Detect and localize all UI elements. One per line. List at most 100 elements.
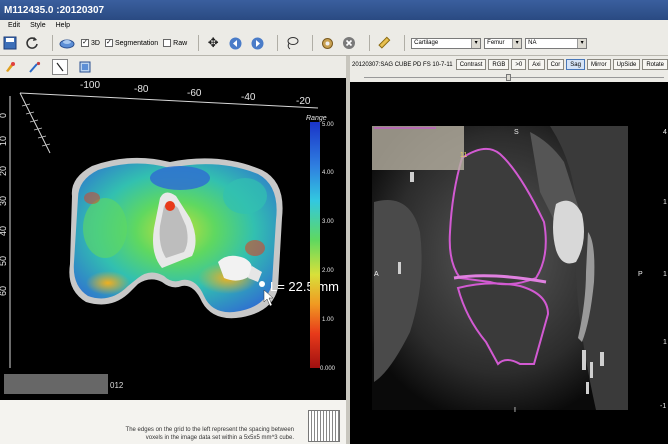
render-3d-icon[interactable] [59, 35, 75, 51]
axis-y-tick: 50 [0, 256, 8, 266]
window-title: M112435.0 :20120307 [4, 5, 105, 16]
ruler-tick: 4 [663, 129, 667, 136]
axis-x-ticks: -100 -80 -60 -40 -20 [80, 80, 311, 107]
lasso-icon[interactable] [284, 35, 300, 51]
chevron-down-icon[interactable]: ▾ [577, 38, 587, 48]
checkbox-raw-box[interactable] [163, 39, 172, 47]
redacted-block [4, 374, 108, 394]
region-select-value: NA [528, 40, 537, 46]
refresh-icon[interactable] [24, 35, 40, 51]
tissue-select-value: Cartilage [414, 40, 439, 46]
cartilage-surface[interactable] [69, 157, 283, 319]
series-title: 20120307:SAG CUBE PD FS 10-7-11 [352, 61, 453, 68]
rgb-button[interactable]: RGB [488, 59, 510, 70]
colorbar-gradient [310, 122, 320, 368]
checkbox-3d-label: 3D [91, 39, 100, 47]
main-toolbar: ✓ 3D ✓ Segmentation Raw ✥ Cartilage ▾ Fe… [0, 31, 668, 56]
ruler-tick: 1 [663, 339, 667, 346]
axial-button[interactable]: Axi [528, 59, 545, 70]
checkbox-segmentation[interactable]: ✓ Segmentation [104, 39, 159, 47]
sagittal-button[interactable]: Sag [566, 59, 585, 70]
menu-item-help[interactable]: Help [56, 22, 70, 29]
checkbox-raw-label: Raw [173, 39, 188, 47]
axis-x-tick: -100 [80, 80, 100, 91]
save-icon[interactable] [2, 35, 18, 51]
bone-select[interactable]: Femur ▾ [484, 37, 523, 49]
ruler-tick: 1 [663, 199, 667, 206]
checkbox-segmentation-box[interactable]: ✓ [104, 39, 113, 47]
close-circle-icon[interactable] [341, 35, 357, 51]
ruler-tick: -1 [660, 403, 666, 410]
caption-text: The edges on the grid to the left repres… [54, 426, 294, 442]
measurement-point[interactable] [259, 281, 265, 287]
pointer-icon[interactable] [52, 59, 68, 75]
window-icon[interactable] [77, 59, 93, 75]
colorbar: Range 5.00 4.00 3.00 2.00 1.00 0.000 [306, 115, 336, 372]
contrast-button[interactable]: Contrast [455, 59, 487, 70]
axis-y-ticks: 0 10 20 30 40 50 60 [0, 113, 8, 296]
axis-x-tick: -40 [241, 92, 256, 103]
checkbox-3d[interactable]: ✓ 3D [81, 39, 100, 47]
tissue-select[interactable]: Cartilage ▾ [411, 37, 482, 49]
mirror-button[interactable]: Mirror [586, 59, 611, 70]
render-3d-canvas[interactable]: -100 -80 -60 -40 -20 0 10 20 30 40 50 60 [0, 78, 346, 400]
render-3d-view[interactable]: -100 -80 -60 -40 -20 0 10 20 30 40 50 60 [0, 78, 346, 400]
axis-x-tick: -20 [296, 96, 311, 107]
slice-slider[interactable] [350, 73, 668, 82]
brush-icon[interactable] [27, 59, 43, 75]
window-title-bar: M112435.0 :20120307 [0, 0, 668, 20]
menu-item-style[interactable]: Style [30, 22, 46, 29]
region-select[interactable]: NA ▾ [525, 37, 588, 49]
axis-y-tick: 40 [0, 226, 8, 236]
bone-select-value: Femur [487, 40, 505, 46]
toolbar-separator [52, 35, 53, 51]
upside-button[interactable]: UpSide [612, 59, 641, 70]
series-label: 11 [460, 152, 467, 159]
grid-thumbnail [308, 410, 340, 442]
redacted-block [372, 126, 464, 170]
menu-bar: Edit Style Help [0, 20, 668, 31]
pick-color-icon[interactable] [2, 59, 18, 75]
coronal-button[interactable]: Cor [546, 59, 565, 70]
axis-y-tick: 30 [0, 196, 8, 206]
slice-slider-track[interactable] [364, 77, 664, 78]
chevron-down-icon[interactable]: ▾ [512, 38, 522, 48]
colorbar-label: 4.00 [322, 170, 334, 176]
mri-canvas[interactable]: S I A P 11 4 1 1 1 -1 [350, 82, 668, 444]
toolbar-separator [277, 35, 279, 51]
axis-y-tick: 20 [0, 166, 8, 176]
colorbar-label: 3.00 [322, 219, 334, 225]
caption-line-1: The edges on the grid to the left repres… [125, 427, 294, 433]
measurement-label: L= 22.5 mm [270, 279, 339, 294]
fluid-bright [553, 200, 584, 264]
view-toolbar [0, 56, 346, 78]
arrow-left-icon[interactable] [227, 35, 243, 51]
toolbar-separator [198, 35, 200, 51]
mri-toolbar: 20120307:SAG CUBE PD FS 10-7-11 Contrast… [350, 56, 668, 73]
slice-slider-thumb[interactable] [506, 74, 511, 81]
axis-y-tick: 0 [0, 113, 8, 118]
arrow-right-icon[interactable] [249, 35, 265, 51]
colorbar-label: 0.000 [320, 366, 336, 372]
move-icon[interactable]: ✥ [205, 35, 221, 51]
orientation-bottom: I [514, 407, 516, 414]
tools-icon[interactable] [319, 35, 335, 51]
colorbar-label: 2.00 [322, 268, 334, 274]
chevron-down-icon[interactable]: ▾ [471, 38, 481, 48]
mri-sagittal-view[interactable]: S I A P 11 4 1 1 1 -1 [350, 82, 668, 444]
toolbar-separator [404, 35, 406, 51]
rotate-button[interactable]: Rotate [642, 59, 668, 70]
checkbox-raw[interactable]: Raw [163, 39, 187, 47]
orientation-right: P [638, 271, 643, 278]
axis-x-tick: -80 [134, 84, 149, 95]
colorbar-title: Range [306, 115, 327, 122]
menu-item-edit[interactable]: Edit [8, 22, 20, 29]
orientation-top: S [514, 129, 519, 136]
checkbox-segmentation-label: Segmentation [114, 39, 159, 47]
caption-panel: The edges on the grid to the left repres… [0, 400, 346, 444]
threshold-button[interactable]: >0 [511, 59, 527, 70]
colorbar-label: 5.00 [322, 122, 334, 128]
caption-line-2: voxels in the image data set within a 5x… [145, 435, 294, 441]
ruler-icon[interactable] [376, 35, 392, 51]
checkbox-3d-box[interactable]: ✓ [81, 39, 89, 47]
